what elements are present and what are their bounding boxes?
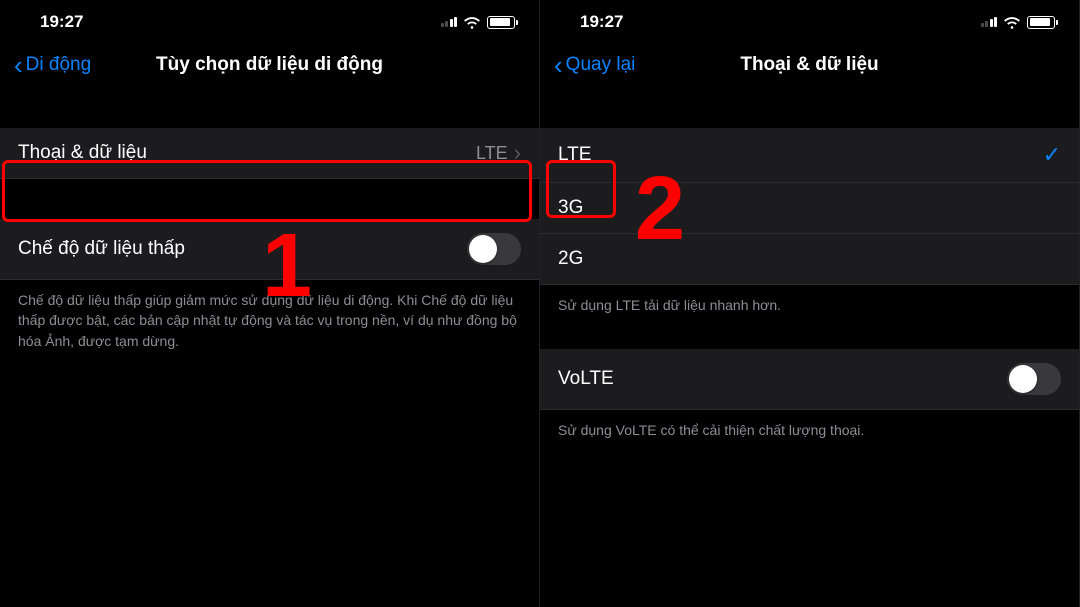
row-value: LTE (476, 143, 508, 164)
status-time: 19:27 (580, 12, 623, 32)
option-label: 3G (558, 197, 583, 219)
chevron-right-icon: › (514, 142, 521, 164)
chevron-left-icon: ‹ (554, 52, 563, 78)
screen-2-voice-and-data: 19:27 ‹ Quay lại Thoại & dữ liệu LTE ✓ 3… (540, 0, 1080, 607)
nav-bar: ‹ Quay lại Thoại & dữ liệu (540, 40, 1079, 90)
content-area: LTE ✓ 3G 2G Sử dụng LTE tải dữ liệu nhan… (540, 128, 1079, 451)
toggle-knob (469, 235, 497, 263)
voice-and-data-row[interactable]: Thoại & dữ liệu LTE › (0, 128, 539, 179)
back-button[interactable]: ‹ Quay lại (554, 52, 635, 78)
status-indicators (441, 15, 516, 29)
page-title: Tùy chọn dữ liệu di động (156, 54, 383, 76)
page-title: Thoại & dữ liệu (740, 54, 878, 76)
content-area: Thoại & dữ liệu LTE › Chế độ dữ liệu thấ… (0, 128, 539, 361)
chevron-left-icon: ‹ (14, 52, 23, 78)
status-bar: 19:27 (0, 0, 539, 40)
cellular-signal-icon (981, 17, 998, 27)
back-label: Quay lại (566, 54, 636, 76)
status-bar: 19:27 (540, 0, 1079, 40)
row-label: VoLTE (558, 368, 614, 390)
row-label: Chế độ dữ liệu thấp (18, 238, 185, 260)
low-data-mode-toggle[interactable] (467, 233, 521, 265)
option-label: LTE (558, 144, 591, 166)
toggle-knob (1009, 365, 1037, 393)
back-button[interactable]: ‹ Di động (14, 52, 91, 78)
option-label: 2G (558, 248, 583, 270)
volte-row: VoLTE (540, 349, 1079, 410)
lte-footer: Sử dụng LTE tải dữ liệu nhanh hơn. (540, 285, 1079, 325)
nav-bar: ‹ Di động Tùy chọn dữ liệu di động (0, 40, 539, 90)
low-data-mode-row: Chế độ dữ liệu thấp (0, 219, 539, 280)
wifi-icon (463, 15, 481, 29)
back-label: Di động (26, 54, 92, 76)
screen-1-mobile-data-options: 19:27 ‹ Di động Tùy chọn dữ liệu di động… (0, 0, 540, 607)
row-value-container: LTE › (476, 142, 521, 164)
volte-footer: Sử dụng VoLTE có thể cải thiện chất lượn… (540, 410, 1079, 450)
battery-icon (487, 16, 515, 29)
low-data-mode-footer: Chế độ dữ liệu thấp giúp giảm mức sử dụn… (0, 280, 539, 361)
battery-icon (1027, 16, 1055, 29)
row-label: Thoại & dữ liệu (18, 142, 147, 164)
volte-toggle[interactable] (1007, 363, 1061, 395)
status-indicators (981, 15, 1056, 29)
option-lte-row[interactable]: LTE ✓ (540, 128, 1079, 183)
option-2g-row[interactable]: 2G (540, 234, 1079, 285)
status-time: 19:27 (40, 12, 83, 32)
option-3g-row[interactable]: 3G (540, 183, 1079, 234)
wifi-icon (1003, 15, 1021, 29)
checkmark-icon: ✓ (1043, 142, 1061, 168)
cellular-signal-icon (441, 17, 458, 27)
